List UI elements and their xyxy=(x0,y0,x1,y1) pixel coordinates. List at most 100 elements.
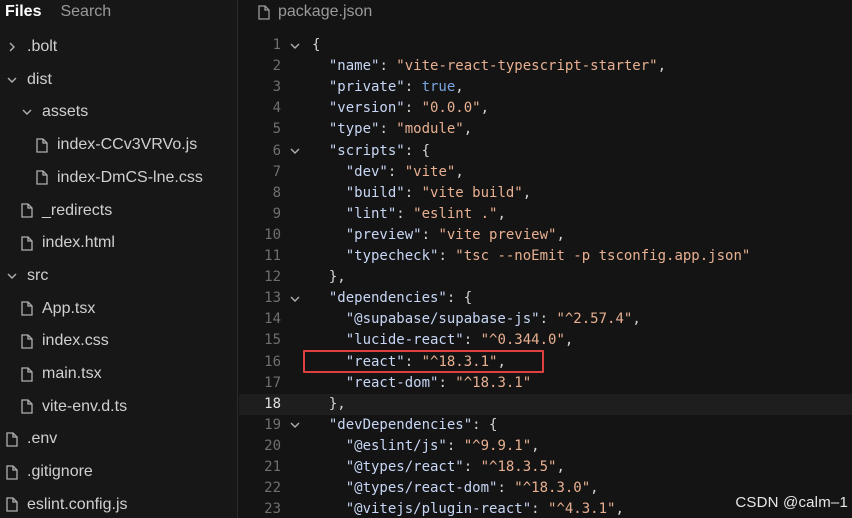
code-token: : xyxy=(404,79,422,96)
line-number: 22 xyxy=(264,480,281,497)
code-token: "typecheck" xyxy=(345,248,439,264)
tree-file[interactable]: eslint.config.js xyxy=(0,489,237,518)
code-token: "dev" xyxy=(345,163,388,180)
tree-item-label: index-DmCS-lne.css xyxy=(57,168,203,186)
tree-item-label: vite-env.d.ts xyxy=(42,397,128,415)
fold-chevron-icon[interactable] xyxy=(289,288,301,309)
code-line[interactable]: 5 "type": "module", xyxy=(239,119,852,140)
line-number: 5 xyxy=(272,121,281,138)
code-token: : xyxy=(396,205,414,222)
code-token: "@supabase/supabase-js" xyxy=(345,311,540,328)
code-text: "react": "^18.3.1", xyxy=(312,352,506,373)
tree-folder[interactable]: src xyxy=(0,260,237,292)
tree-item-label: main.tsx xyxy=(42,365,102,382)
tree-file[interactable]: .env xyxy=(0,423,237,455)
line-number: 1 xyxy=(272,37,281,53)
tab-files[interactable]: Files xyxy=(5,3,41,21)
tree-item-label: src xyxy=(27,266,49,284)
file-icon xyxy=(258,4,270,20)
code-line[interactable]: 21 "@types/react": "^18.3.5", xyxy=(239,457,852,478)
code-token: , xyxy=(455,79,464,96)
editor-tab-package-json[interactable]: package.json xyxy=(239,0,852,24)
code-line[interactable]: 8 "build": "vite build", xyxy=(239,183,852,204)
code-line[interactable]: 16 "react": "^18.3.1", xyxy=(239,352,852,373)
code-token: "dependencies" xyxy=(328,290,447,307)
code-token: , xyxy=(497,205,506,222)
code-line[interactable]: 18 }, xyxy=(239,393,852,415)
code-token: , xyxy=(632,311,641,328)
code-line[interactable]: 17 "react-dom": "^18.3.1" xyxy=(239,373,852,394)
code-token: : xyxy=(404,184,422,201)
tree-file[interactable]: index-CCv3VRVo.js xyxy=(0,129,237,161)
tab-search[interactable]: Search xyxy=(60,3,111,21)
tree-file[interactable]: App.tsx xyxy=(0,293,237,325)
tree-file[interactable]: index-DmCS-lne.css xyxy=(0,162,237,194)
fold-chevron-icon[interactable] xyxy=(289,35,301,56)
code-line[interactable]: 13 "dependencies": { xyxy=(239,288,852,309)
code-line[interactable]: 20 "@eslint/js": "^9.9.1", xyxy=(239,436,852,457)
tree-folder[interactable]: dist xyxy=(0,64,237,96)
code-line[interactable]: 12 }, xyxy=(239,267,852,288)
tree-file[interactable]: .gitignore xyxy=(0,456,237,488)
line-number: 14 xyxy=(264,311,281,328)
code-token: : xyxy=(463,332,481,349)
code-line[interactable]: 10 "preview": "vite preview", xyxy=(239,225,852,246)
code-token: "@types/react" xyxy=(345,459,464,475)
file-icon xyxy=(20,333,34,349)
editor-tab-label: package.json xyxy=(278,3,373,20)
code-token: , xyxy=(463,121,473,138)
tree-file[interactable]: vite-env.d.ts xyxy=(0,391,237,423)
code-line[interactable]: 7 "dev": "vite", xyxy=(239,162,852,183)
tree-item-label: index-CCv3VRVo.js xyxy=(57,136,198,154)
tree-folder[interactable]: assets xyxy=(0,96,237,128)
code-line[interactable]: 3 "private": true, xyxy=(239,77,852,98)
tree-file[interactable]: index.css xyxy=(0,325,237,357)
tree-file[interactable]: _redirects xyxy=(0,195,237,227)
code-line[interactable]: 15 "lucide-react": "^0.344.0", xyxy=(239,330,852,351)
line-number: 13 xyxy=(264,290,281,307)
code-token: , xyxy=(590,480,599,497)
code-token: : { xyxy=(446,290,473,307)
code-line[interactable]: 1{ xyxy=(239,35,852,56)
code-token: , xyxy=(564,332,574,349)
code-token: "^18.3.1" xyxy=(421,353,498,370)
tree-file[interactable]: main.tsx xyxy=(0,358,237,390)
code-token: "lint" xyxy=(345,205,397,222)
code-token: true xyxy=(421,79,456,96)
code-text: "lint": "eslint .", xyxy=(312,204,506,225)
code-line[interactable]: 9 "lint": "eslint .", xyxy=(239,204,852,225)
code-token: , xyxy=(556,459,565,475)
code-line[interactable]: 14 "@supabase/supabase-js": "^2.57.4", xyxy=(239,309,852,330)
file-icon xyxy=(20,301,34,317)
code-line[interactable]: 19 "devDependencies": { xyxy=(239,415,852,436)
code-token: : xyxy=(404,353,422,370)
code-text: }, xyxy=(312,394,346,415)
file-icon xyxy=(20,399,34,415)
fold-chevron-icon[interactable] xyxy=(289,415,301,436)
code-token: "^4.3.1" xyxy=(548,501,616,518)
code-text: "name": "vite-react-typescript-starter", xyxy=(312,56,666,77)
code-line[interactable]: 11 "typecheck": "tsc --noEmit -p tsconfi… xyxy=(239,246,852,267)
code-line[interactable]: 6 "scripts": { xyxy=(239,141,852,162)
code-token: : { xyxy=(472,416,498,433)
code-line[interactable]: 2 "name": "vite-react-typescript-starter… xyxy=(239,56,852,77)
code-line[interactable]: 4 "version": "0.0.0", xyxy=(239,98,852,119)
code-token: : xyxy=(497,480,515,497)
chevron-down-icon xyxy=(5,72,19,88)
tree-file[interactable]: index.html xyxy=(0,227,237,259)
code-token: }, xyxy=(312,395,346,412)
chevron-right-icon xyxy=(5,39,19,55)
line-number: 3 xyxy=(272,79,281,96)
code-token: , xyxy=(522,184,532,201)
tree-folder[interactable]: .bolt xyxy=(0,31,237,63)
code-token: "^2.57.4" xyxy=(556,311,633,328)
file-icon xyxy=(5,497,19,513)
fold-chevron-icon[interactable] xyxy=(289,141,301,162)
code-token: : xyxy=(421,226,439,243)
